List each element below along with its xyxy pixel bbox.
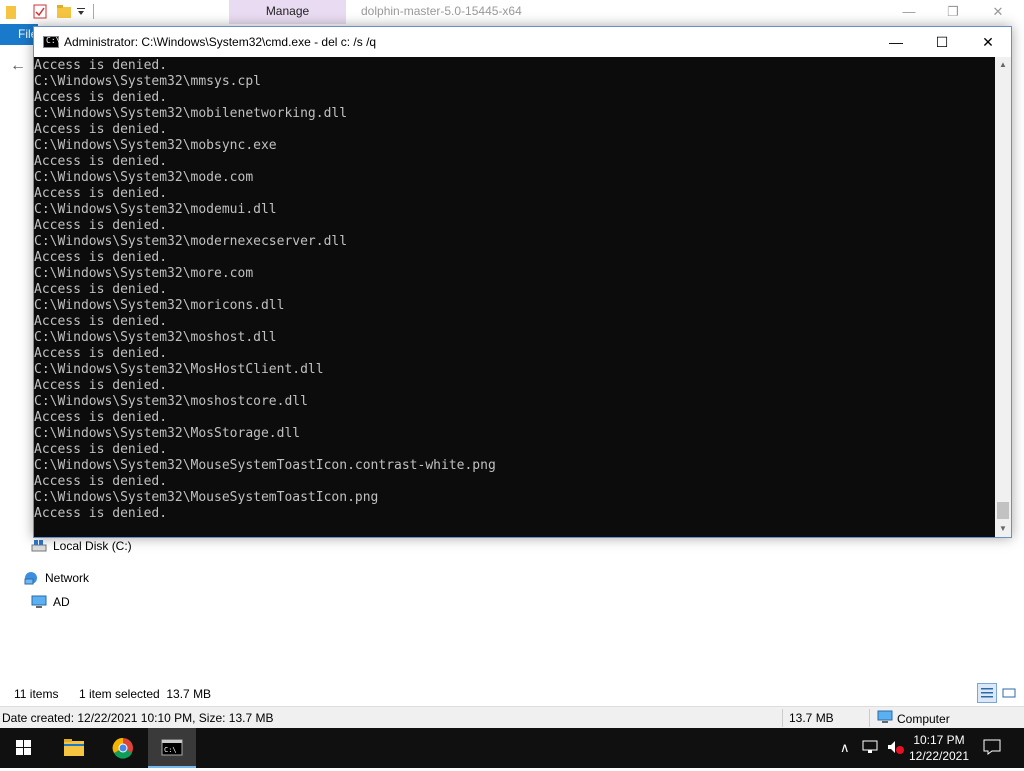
- chrome-icon: [112, 737, 133, 759]
- taskbar-file-explorer[interactable]: [50, 728, 98, 768]
- console-line: Access is denied.: [34, 90, 168, 105]
- taskbar: C:\ ∧ 10:17 PM 12/22/2021: [0, 728, 1024, 768]
- console-line: C:\Windows\System32\more.com: [34, 266, 254, 281]
- explorer-maximize-button[interactable]: ❐: [930, 2, 976, 22]
- folder-icon: [64, 739, 84, 756]
- properties-icon[interactable]: [33, 4, 47, 19]
- customize-quick-access-icon[interactable]: [76, 6, 86, 21]
- show-hidden-icons-icon[interactable]: ∧: [840, 740, 850, 756]
- console-line: C:\Windows\System32\MosHostClient.dll: [34, 362, 324, 377]
- taskbar-chrome[interactable]: [99, 728, 147, 768]
- details-view-button[interactable]: [977, 683, 997, 703]
- console-line: Access is denied.: [34, 218, 168, 233]
- nav-item-label: AD: [53, 595, 70, 609]
- location-computer: Computer: [877, 710, 950, 727]
- console-line: Access is denied.: [34, 346, 168, 361]
- console-line: Access is denied.: [34, 378, 168, 393]
- computer-icon: [31, 595, 47, 609]
- divider: [782, 709, 783, 727]
- action-center-icon[interactable]: [983, 739, 1001, 758]
- new-folder-icon[interactable]: [57, 4, 71, 19]
- taskbar-cmd[interactable]: C:\: [148, 728, 196, 768]
- item-count: 11 items: [14, 687, 59, 701]
- start-button[interactable]: [0, 728, 48, 768]
- network-status-icon[interactable]: [862, 739, 880, 758]
- cmd-icon-label: C:\_: [46, 36, 66, 45]
- console-line: Access is denied.: [34, 122, 168, 137]
- console-line: C:\Windows\System32\moricons.dll: [34, 298, 285, 313]
- cmd-scrollbar[interactable]: ▲ ▼: [995, 57, 1011, 537]
- console-line: Access is denied.: [34, 186, 168, 201]
- divider: [93, 4, 94, 19]
- console-line: C:\Windows\System32\mode.com: [34, 170, 254, 185]
- nav-item-network[interactable]: Network: [23, 571, 89, 585]
- console-line: Access is denied.: [34, 314, 168, 329]
- tab-manage[interactable]: Manage: [229, 0, 346, 24]
- console-line: Access is denied.: [34, 282, 168, 297]
- scroll-down-arrow-icon[interactable]: ▼: [995, 521, 1011, 537]
- folder-icon: [6, 4, 20, 19]
- console-line: C:\Windows\System32\mobilenetworking.dll: [34, 106, 348, 121]
- console-line: Access is denied.: [34, 506, 168, 521]
- svg-text:C:\: C:\: [164, 746, 177, 754]
- system-clock[interactable]: 10:17 PM 12/22/2021: [908, 732, 970, 764]
- divider: [869, 709, 870, 727]
- console-line: Access is denied.: [34, 410, 168, 425]
- details-bar: Date created: 12/22/2021 10:10 PM, Size:…: [0, 706, 1024, 728]
- windows-logo-icon: [16, 740, 31, 755]
- back-arrow-icon[interactable]: ←: [10, 57, 26, 75]
- console-line: C:\Windows\System32\mmsys.cpl: [34, 74, 261, 89]
- nav-item-local-disk[interactable]: Local Disk (C:): [31, 539, 132, 553]
- cmd-icon: C:\: [161, 739, 183, 756]
- console-line: Access is denied.: [34, 58, 168, 73]
- explorer-close-button[interactable]: ✕: [975, 2, 1021, 22]
- clock-date: 12/22/2021: [908, 749, 970, 763]
- cmd-close-button[interactable]: ✕: [965, 27, 1011, 57]
- explorer-title: dolphin-master-5.0-15445-x64: [361, 4, 522, 18]
- cmd-icon: C:\_: [43, 36, 65, 48]
- clock-time: 10:17 PM: [913, 733, 965, 747]
- volume-muted-icon[interactable]: [886, 739, 904, 758]
- file-details: Date created: 12/22/2021 10:10 PM, Size:…: [2, 711, 274, 725]
- explorer-minimize-button[interactable]: —: [886, 2, 932, 22]
- large-icons-view-button[interactable]: [999, 683, 1019, 703]
- cmd-maximize-button[interactable]: ☐: [919, 27, 965, 57]
- console-line: Access is denied.: [34, 154, 168, 169]
- cmd-window[interactable]: C:\_ Administrator: C:\Windows\System32\…: [33, 26, 1012, 538]
- console-line: C:\Windows\System32\moshost.dll: [34, 330, 277, 345]
- console-line: C:\Windows\System32\MosStorage.dll: [34, 426, 301, 441]
- status-bar: 11 items 1 item selected 13.7 MB: [0, 684, 1024, 704]
- computer-icon: [877, 710, 893, 727]
- network-icon: [23, 571, 39, 585]
- console-output[interactable]: Access is denied. C:\Windows\System32\mm…: [34, 57, 995, 537]
- drive-icon: [31, 539, 47, 553]
- console-line: Access is denied.: [34, 442, 168, 457]
- file-size: 13.7 MB: [789, 711, 834, 725]
- cmd-title: Administrator: C:\Windows\System32\cmd.e…: [64, 35, 377, 49]
- console-line: Access is denied.: [34, 250, 168, 265]
- console-line: C:\Windows\System32\modemui.dll: [34, 202, 277, 217]
- console-line: C:\Windows\System32\modernexecserver.dll: [34, 234, 348, 249]
- nav-item-ad[interactable]: AD: [31, 595, 70, 609]
- scroll-up-arrow-icon[interactable]: ▲: [995, 57, 1011, 73]
- selection-info: 1 item selected 13.7 MB: [79, 687, 212, 701]
- explorer-titlebar: Manage dolphin-master-5.0-15445-x64 — ❐ …: [0, 0, 1024, 24]
- scroll-thumb[interactable]: [997, 502, 1009, 519]
- console-line: C:\Windows\System32\moshostcore.dll: [34, 394, 308, 409]
- console-line: Access is denied.: [34, 474, 168, 489]
- nav-item-label: Network: [45, 571, 90, 585]
- console-line: C:\Windows\System32\MouseSystemToastIcon…: [34, 490, 379, 505]
- cmd-titlebar[interactable]: C:\_ Administrator: C:\Windows\System32\…: [34, 27, 1011, 57]
- nav-item-label: Local Disk (C:): [53, 539, 132, 553]
- console-line: C:\Windows\System32\MouseSystemToastIcon…: [34, 458, 496, 473]
- location-label: Computer: [897, 711, 950, 726]
- console-line: C:\Windows\System32\mobsync.exe: [34, 138, 277, 153]
- cmd-minimize-button[interactable]: —: [873, 27, 919, 57]
